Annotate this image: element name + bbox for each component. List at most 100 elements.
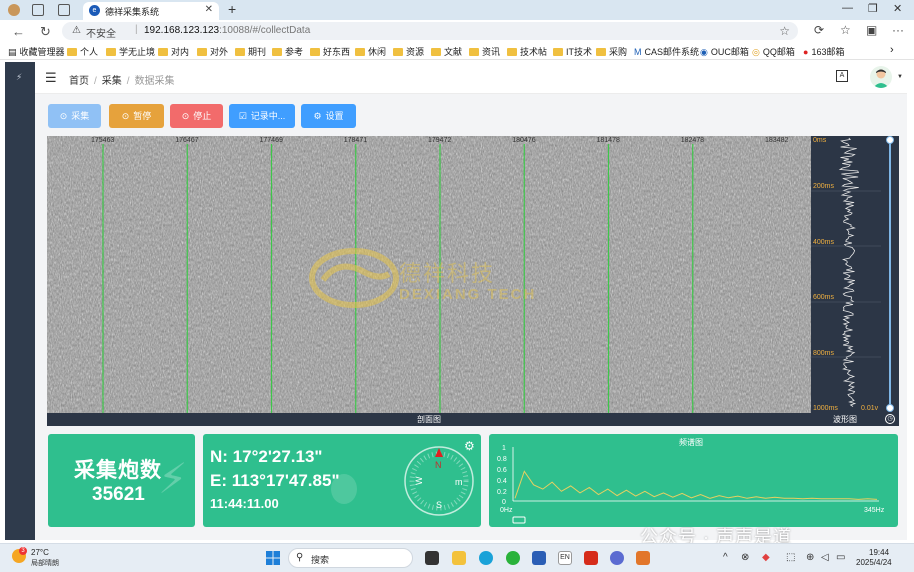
avatar-dropdown-icon[interactable]: ▼ [897,74,903,80]
longitude-value: E: 113°17'47.85" [210,471,340,490]
refresh-icon[interactable]: ↻ [40,24,51,40]
close-window-icon[interactable]: ✕ [893,2,902,15]
taskbar-search[interactable]: ⚲ 搜索 [288,548,413,568]
bookmark-item[interactable]: 文献 [431,45,462,58]
bookmark-item[interactable]: 期刊 [235,45,266,58]
close-tab-icon[interactable]: ✕ [205,4,213,15]
extensions-icon[interactable]: ⟳ [814,23,824,37]
bookmark-item[interactable]: 好东西 [310,45,350,58]
task-view-icon[interactable] [425,551,439,565]
wechat-icon[interactable] [506,551,520,565]
bookmark-item[interactable]: 休闲 [355,45,386,58]
favorite-star-icon[interactable]: ☆ [779,24,790,38]
matlab-icon[interactable] [636,551,650,565]
pause-button[interactable]: ⊙ 暂停 [109,104,164,128]
breadcrumb-home[interactable]: 首页 [69,76,89,87]
tray-app-icon[interactable]: ⬚ [786,552,795,563]
amplitude-label: 0.01v [861,405,879,412]
compass-west: W [414,476,424,485]
network-icon[interactable]: ⊕ [806,552,814,563]
bookmarks-bar: ▤ 收藏管理器 个人 学无止境 对内 对外 期刊 参考 好东西 休闲 资源 文献 … [0,42,914,60]
time-label: 200ms [813,183,835,190]
breadcrumb-collect[interactable]: 采集 [102,76,122,87]
slider-handle-top[interactable] [886,136,894,144]
bookmark-item[interactable]: 资讯 [469,45,500,58]
tray-app-icon[interactable]: ⊗ [741,552,749,563]
profile-avatar-icon[interactable] [8,4,20,16]
warning-icon[interactable]: ⚠ [72,25,81,36]
avatar[interactable] [870,66,892,88]
seismic-section-view[interactable]: 175463 176467 177469 178471 179472 180476 1814… [47,136,811,413]
folder-icon [553,48,563,56]
tray-app-icon[interactable]: ◆ [762,552,770,563]
address-bar-row: ← ↻ ⚠ 不安全 | 192.168.123.123:10088/#/coll… [0,20,914,42]
bookmark-item[interactable]: ◎ QQ邮箱 [752,45,795,58]
spectrum-zoom-handle[interactable] [512,516,526,524]
word-icon[interactable] [532,551,546,565]
bookmark-item[interactable]: IT技术 [553,45,592,58]
bookmark-item[interactable]: M CAS邮件系统 [634,45,699,58]
url-field[interactable]: ⚠ 不安全 | 192.168.123.123:10088/#/collectD… [62,22,798,40]
app-sidebar: ⚡ [5,62,35,540]
trace-label: 182478 [680,137,705,144]
new-tab-icon[interactable]: + [228,1,236,17]
windows-start-icon[interactable] [266,551,280,565]
more-menu-icon[interactable]: ··· [892,23,904,37]
pdf-reader-icon[interactable] [584,551,598,565]
bookmark-item[interactable]: 学无止境 [106,45,155,58]
slider-track[interactable] [889,140,891,408]
bookmark-item[interactable]: 个人 [67,45,98,58]
volume-icon[interactable]: ◁ [821,552,829,563]
site-favicon-icon: e [89,5,100,16]
bookmark-item[interactable]: 参考 [272,45,303,58]
tab-actions-icon[interactable] [58,4,70,16]
edge-browser-icon[interactable] [479,551,493,565]
menu-toggle-icon[interactable]: ☰ [45,70,57,86]
company-logo-watermark [309,248,399,308]
minimize-icon[interactable]: — [842,2,853,14]
bookmark-item[interactable]: 对内 [158,45,189,58]
spectrum-series-line [514,470,878,500]
favorites-icon[interactable]: ☆ [840,23,851,37]
qq-icon: ◎ [752,47,760,57]
time-label: 600ms [813,294,835,301]
security-label: 不安全 [86,29,116,40]
slider-handle-bottom[interactable] [886,404,894,412]
record-button[interactable]: ☑ 记录中... [229,104,295,128]
stop-button[interactable]: ⊙ 停止 [170,104,223,128]
watermark-company-english: DEXIANG TECH [399,286,537,303]
bookmark-item[interactable]: ● 163邮箱 [803,45,844,58]
language-tool-icon[interactable]: EN [558,551,572,565]
battery-icon[interactable]: ▭ [836,552,845,563]
active-tab[interactable]: e 德祥采集系统 ✕ [83,2,219,20]
range-slider[interactable] [881,136,899,413]
logo-bolt-icon[interactable]: ⚡ [16,72,22,83]
folder-icon [355,48,365,56]
bookmark-item[interactable]: ◉ OUC邮箱 [700,45,749,58]
bookmark-item[interactable]: 对外 [197,45,228,58]
play-icon: ⊙ [59,111,68,121]
bookmark-item[interactable]: 采购 [596,45,627,58]
restore-icon[interactable]: ❐ [868,2,878,15]
file-explorer-icon[interactable] [452,551,466,565]
collections-icon[interactable]: ▣ [866,23,877,37]
bookmark-item[interactable]: ▤ 收藏管理器 [8,45,65,58]
x-start-label: 0Hz [500,507,513,514]
clock-icon[interactable]: ◷ [885,414,895,424]
language-icon[interactable]: A [836,70,848,82]
trace-label: 183482 [765,137,789,144]
gear-icon: ⚙ [313,111,322,121]
collect-button[interactable]: ⊙ 采集 [48,104,101,128]
bookmark-item[interactable]: 资源 [393,45,424,58]
folder-icon [235,48,245,56]
bookmark-item[interactable]: 技术帖 [507,45,547,58]
back-icon[interactable]: ← [12,24,25,39]
chrome-like-icon[interactable] [610,551,624,565]
trace-label: 179472 [428,137,452,144]
tray-chevron-icon[interactable]: ^ [723,552,728,563]
more-bookmarks-icon[interactable]: › [890,44,894,56]
workspaces-icon[interactable] [32,4,44,16]
settings-button[interactable]: ⚙ 设置 [301,104,356,128]
waveform-panel[interactable]: 0ms 200ms 400ms 600ms 800ms 1000ms 0.01v [811,136,881,413]
section-view-label: 剖面图 [417,415,441,424]
